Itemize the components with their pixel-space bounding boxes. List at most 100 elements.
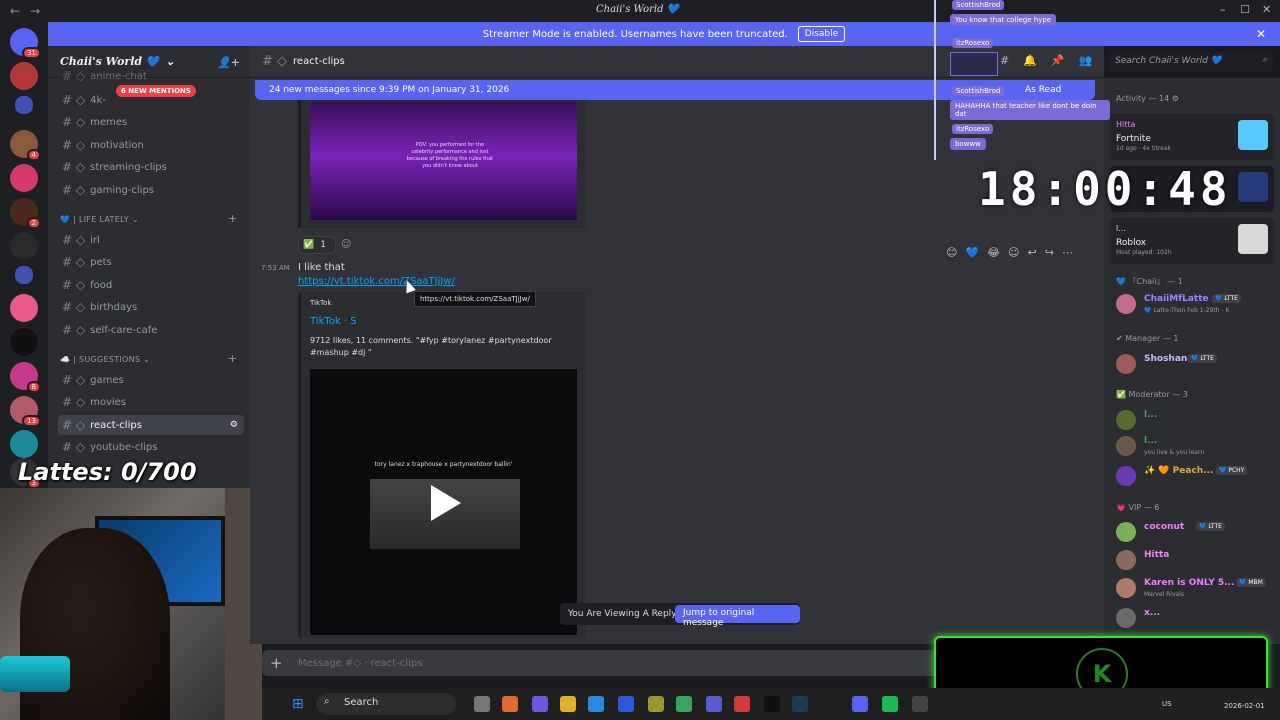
folder-icon[interactable]	[15, 266, 33, 284]
chrome-icon[interactable]	[676, 696, 692, 712]
spotify-icon[interactable]	[882, 696, 898, 712]
channel-item-active[interactable]: # ◇ react-clips ⚙	[58, 415, 244, 435]
task-view-icon[interactable]	[474, 696, 490, 712]
stream-clock: 18:00:48	[978, 162, 1232, 216]
server-icon[interactable]: 13	[10, 396, 41, 427]
add-attachment-icon[interactable]: +	[270, 654, 283, 672]
app-icon[interactable]	[502, 696, 518, 712]
new-mentions-pill[interactable]: 6 NEW MENTIONS	[116, 85, 196, 97]
server-icon[interactable]	[10, 430, 38, 458]
reaction-chip[interactable]: ✅ 1	[298, 236, 336, 254]
heart-emoji-icon[interactable]: 💙	[965, 246, 979, 259]
forward-icon[interactable]: ↪	[1045, 246, 1054, 259]
game-tile-icon	[1238, 172, 1268, 202]
maximize-button[interactable]: ☐	[1240, 3, 1250, 16]
member-row[interactable]: l... you live & you learn	[1116, 434, 1276, 462]
member-row[interactable]: Karen is ONLY 5... 💙 MBM Marvel Rivals	[1116, 576, 1276, 604]
activity-card[interactable]: l... Roblox Most played: 102h	[1110, 218, 1274, 264]
forward-arrow-icon[interactable]: →	[30, 4, 40, 18]
activity-game: Roblox	[1116, 238, 1147, 248]
channel-item[interactable]: # ◇ memes	[58, 112, 244, 132]
server-icon[interactable]: 4	[10, 130, 41, 161]
member-row[interactable]: Shoshana 💙 LTTE	[1116, 352, 1276, 380]
embed-video[interactable]: tory lanez x traphouse x partynextdoor b…	[310, 369, 577, 635]
create-channel-icon[interactable]: +	[228, 352, 237, 365]
channel-item[interactable]: # ◇ movies	[58, 392, 244, 412]
channel-item[interactable]: # ◇ gaming-clips	[58, 180, 244, 200]
member-row[interactable]: ✨ 🧡 Peach... 💙 PCHY	[1116, 464, 1276, 492]
channel-item[interactable]: # ◇ youtube-clips	[58, 437, 244, 457]
category-suggestions[interactable]: ☁️ | SUGGESTIONS ⌄	[60, 355, 150, 364]
channel-title: react-clips	[293, 56, 345, 67]
settings-gear-icon[interactable]: ⚙	[230, 420, 238, 430]
server-icon[interactable]	[10, 164, 38, 192]
member-row[interactable]: ChaiiMfLatte 💙 LTTE 💙 Latte-Thon Feb 1-2…	[1116, 292, 1276, 320]
close-button[interactable]: ✕	[1262, 3, 1271, 16]
tray-date[interactable]: 2026-02-01	[1224, 702, 1265, 710]
channel-item[interactable]: # ◇ streaming-clips	[58, 157, 244, 177]
folder-icon[interactable]	[15, 96, 33, 114]
tiktok-icon[interactable]	[764, 696, 780, 712]
reaction-count: 1	[320, 240, 326, 250]
reaction-emoji-icon[interactable]: 😊	[946, 246, 957, 259]
tray-language[interactable]: US	[1162, 700, 1172, 708]
embed-video-thumbnail[interactable]: POV: you performed for the celebrity per…	[310, 102, 577, 220]
add-reaction-icon[interactable]: ☺	[1008, 246, 1019, 259]
app-icon[interactable]	[532, 696, 548, 712]
windows-start-icon[interactable]: ⊞	[292, 696, 304, 712]
close-icon[interactable]: ✕	[1256, 27, 1266, 41]
member-row[interactable]: Hitta	[1116, 548, 1276, 576]
server-icon[interactable]	[10, 62, 38, 90]
message-link[interactable]: https://vt.tiktok.com/ZSaaTJjJw/	[298, 276, 455, 287]
app-icon[interactable]	[648, 696, 664, 712]
tiktok-embed: TikTok TikTok · S 9712 likes, 11 comment…	[298, 292, 586, 638]
teams-icon[interactable]	[706, 696, 722, 712]
roblox-tile-icon	[1238, 224, 1268, 254]
member-name: l...	[1144, 436, 1158, 446]
discord-icon[interactable]	[852, 696, 868, 712]
channel-item[interactable]: # ◇ anime-chat	[58, 66, 244, 86]
app-icon[interactable]	[734, 696, 750, 712]
app-icon[interactable]	[618, 696, 634, 712]
file-explorer-icon[interactable]	[560, 696, 576, 712]
create-channel-icon[interactable]: +	[228, 212, 237, 225]
member-row[interactable]: l...	[1116, 408, 1276, 436]
steam-icon[interactable]	[792, 696, 808, 712]
member-row[interactable]: x...	[1116, 606, 1276, 634]
channel-item[interactable]: # ◇ irl	[58, 230, 244, 250]
channel-item[interactable]: # ◇ pets	[58, 252, 244, 272]
server-icon[interactable]	[10, 328, 38, 356]
direct-messages-icon[interactable]: 31	[10, 28, 41, 59]
server-badge: 2	[26, 217, 41, 229]
fortnite-tile-icon	[1238, 120, 1268, 150]
avatar	[1116, 410, 1136, 430]
channel-label: birthdays	[90, 301, 138, 313]
play-icon[interactable]	[431, 485, 461, 521]
server-icon[interactable]: 2	[10, 198, 41, 229]
member-row[interactable]: coconut 💙 LTTE	[1116, 520, 1276, 548]
back-arrow-icon[interactable]: ←	[10, 4, 20, 18]
channel-item[interactable]: # ◇ motivation	[58, 135, 244, 155]
reply-icon[interactable]: ↩	[1028, 246, 1037, 259]
laugh-emoji-icon[interactable]: 😂	[987, 246, 1000, 259]
app-icon[interactable]	[912, 696, 928, 712]
taskbar-search[interactable]: ⌕ Search	[316, 693, 456, 715]
server-icon[interactable]	[10, 232, 38, 260]
server-icon[interactable]: 8	[10, 362, 41, 393]
embed-title-link[interactable]: TikTok · S	[310, 316, 357, 327]
server-icon[interactable]	[10, 294, 38, 322]
channel-item[interactable]: # ◇ food	[58, 275, 244, 295]
channel-item[interactable]: # ◇ birthdays	[58, 297, 244, 317]
edge-browser-icon[interactable]	[588, 696, 604, 712]
search-input[interactable]: Search Chaii's World 💙 ⌕	[1109, 52, 1273, 72]
channel-item[interactable]: # ◇ self-care-cafe	[58, 320, 244, 340]
activity-card[interactable]: Hitta Fortnite 1d ago · 4x Streak	[1110, 114, 1274, 160]
channel-sidebar: Chaii's World 💙 ⌄ 👤+ # ◇ anime-chat # ◇ 4k…	[48, 46, 250, 488]
add-reaction-icon[interactable]: ☺	[341, 239, 351, 250]
more-icon[interactable]: ⋯	[1062, 246, 1073, 259]
disable-streamer-mode-button[interactable]: Disable	[797, 26, 846, 42]
channel-item[interactable]: # ◇ games	[58, 370, 244, 390]
minimize-button[interactable]: –	[1220, 3, 1226, 16]
jump-to-original-button[interactable]: Jump to original message	[675, 605, 800, 628]
category-life-lately[interactable]: 💙 | LIFE LATELY ⌄	[60, 215, 139, 224]
